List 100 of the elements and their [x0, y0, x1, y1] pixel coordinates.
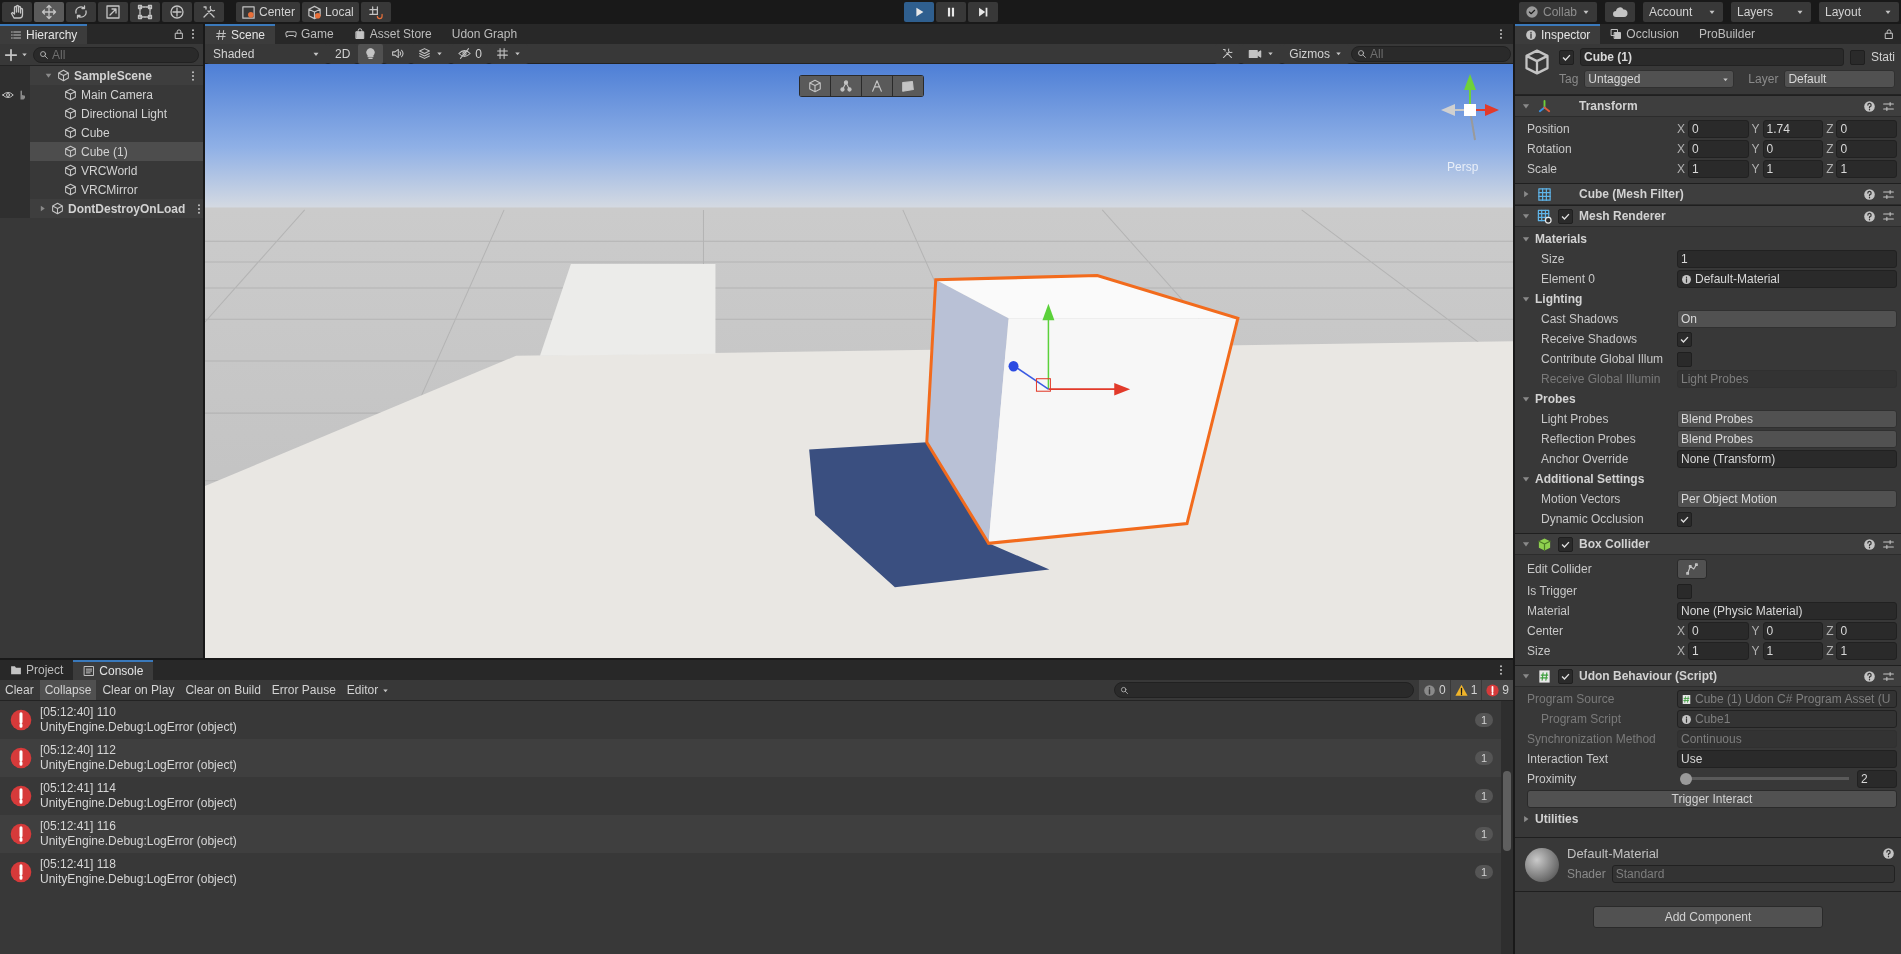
- component-header[interactable]: Cube (Mesh Filter): [1515, 183, 1901, 205]
- inspector-tab[interactable]: ProBuilder: [1689, 24, 1766, 44]
- hierarchy-item[interactable]: VRCMirror: [0, 180, 203, 199]
- number-field[interactable]: 1: [1836, 160, 1897, 178]
- number-field[interactable]: 2: [1857, 770, 1897, 788]
- create-button[interactable]: [4, 47, 29, 62]
- presets-icon[interactable]: [1882, 537, 1895, 551]
- search-field[interactable]: [1113, 682, 1414, 698]
- info-filter[interactable]: 0: [1418, 680, 1450, 700]
- component-header[interactable]: Udon Behaviour (Script): [1515, 665, 1901, 687]
- number-field[interactable]: 1: [1762, 642, 1824, 660]
- component-header[interactable]: Box Collider: [1515, 533, 1901, 555]
- tool-button[interactable]: [2, 2, 32, 22]
- lock-icon[interactable]: [1883, 28, 1895, 40]
- tool-button[interactable]: [130, 2, 160, 22]
- name-field[interactable]: Cube (1): [1580, 48, 1844, 66]
- panel-tab[interactable]: Project: [0, 660, 74, 680]
- hierarchy-item[interactable]: Cube (1): [0, 142, 203, 161]
- checkbox[interactable]: [1677, 331, 1692, 347]
- expanded-arrow-icon[interactable]: [1521, 474, 1531, 484]
- dropdown[interactable]: Per Object Motion: [1677, 490, 1897, 508]
- hierarchy-tab[interactable]: Hierarchy: [0, 24, 88, 44]
- edit-collider-button[interactable]: [1677, 559, 1707, 579]
- scene-row[interactable]: SampleScene: [0, 66, 203, 85]
- action-button[interactable]: Trigger Interact: [1527, 790, 1897, 808]
- slider-thumb[interactable]: [1680, 773, 1693, 785]
- section-label[interactable]: Probes: [1535, 392, 1576, 406]
- presets-icon[interactable]: [1882, 669, 1895, 683]
- checkbox[interactable]: [1558, 536, 1573, 552]
- dropdown[interactable]: On: [1677, 310, 1897, 328]
- help-icon[interactable]: [1863, 187, 1876, 201]
- tool-button[interactable]: [194, 2, 224, 22]
- number-field[interactable]: 1: [1762, 160, 1824, 178]
- layer-dropdown[interactable]: Default: [1784, 70, 1895, 88]
- lock-icon[interactable]: [173, 28, 185, 40]
- vertex-mode-button[interactable]: [831, 76, 861, 96]
- layout-dropdown[interactable]: Layout: [1819, 2, 1899, 22]
- presets-icon[interactable]: [1882, 209, 1895, 223]
- panel-tab[interactable]: Console: [73, 660, 154, 680]
- pause-button[interactable]: [935, 2, 966, 22]
- expanded-arrow-icon[interactable]: [1521, 539, 1531, 549]
- number-field[interactable]: 0: [1688, 140, 1749, 158]
- view-tab[interactable]: Scene: [205, 24, 276, 44]
- warning-filter[interactable]: 1: [1450, 680, 1482, 700]
- help-icon[interactable]: [1882, 847, 1895, 860]
- checkbox[interactable]: [1677, 511, 1692, 527]
- hierarchy-item[interactable]: Cube: [0, 123, 203, 142]
- lighting-toggle[interactable]: [358, 43, 384, 64]
- move-gizmo-drawing[interactable]: [1008, 303, 1131, 396]
- cube-icon[interactable]: [1523, 48, 1551, 76]
- component-header[interactable]: Mesh Renderer: [1515, 205, 1901, 227]
- edge-mode-button[interactable]: [862, 76, 892, 96]
- dropdown[interactable]: Blend Probes: [1677, 410, 1897, 428]
- number-field[interactable]: 0: [1836, 622, 1897, 640]
- object-field[interactable]: None (Transform): [1677, 450, 1897, 468]
- section-label[interactable]: Utilities: [1535, 812, 1579, 826]
- log-entry[interactable]: [05:12:41] 116 UnityEngine.Debug:LogError (object) 1: [0, 815, 1501, 853]
- number-field[interactable]: 1: [1688, 160, 1749, 178]
- object-field[interactable]: None (Physic Material): [1677, 602, 1897, 620]
- hierarchy-item[interactable]: Main Camera: [0, 85, 203, 104]
- expanded-arrow-icon[interactable]: [1521, 211, 1531, 221]
- section-label[interactable]: Additional Settings: [1535, 472, 1645, 486]
- view-tab[interactable]: Game: [275, 24, 344, 44]
- checkbox[interactable]: [1677, 351, 1692, 367]
- checkbox[interactable]: [1558, 208, 1573, 224]
- expanded-arrow-icon[interactable]: [1521, 294, 1531, 304]
- number-field[interactable]: 1.74: [1762, 120, 1824, 138]
- number-field[interactable]: 0: [1762, 622, 1824, 640]
- help-icon[interactable]: [1863, 99, 1876, 113]
- add-component-button[interactable]: Add Component: [1593, 906, 1823, 928]
- expanded-arrow-icon[interactable]: [1521, 101, 1531, 111]
- account-dropdown[interactable]: Account: [1643, 2, 1723, 22]
- collapsed-arrow-icon[interactable]: [1521, 189, 1531, 199]
- presets-icon[interactable]: [1882, 187, 1895, 201]
- number-field[interactable]: 0: [1688, 120, 1749, 138]
- section-label[interactable]: Materials: [1535, 232, 1588, 246]
- cloud-button[interactable]: [1605, 2, 1635, 22]
- snap-button[interactable]: [360, 2, 391, 22]
- text-field[interactable]: Use: [1677, 750, 1897, 768]
- hierarchy-item[interactable]: VRCWorld: [0, 161, 203, 180]
- inspector-tab[interactable]: Inspector: [1515, 24, 1601, 44]
- view-tab[interactable]: Asset Store: [343, 24, 442, 44]
- number-field[interactable]: 1: [1688, 642, 1749, 660]
- number-field[interactable]: 0: [1836, 120, 1897, 138]
- expanded-arrow-icon[interactable]: [1521, 394, 1531, 404]
- number-field[interactable]: 0: [1688, 622, 1749, 640]
- log-entry[interactable]: [05:12:40] 112 UnityEngine.Debug:LogError (object) 1: [0, 739, 1501, 777]
- number-field[interactable]: 1: [1836, 642, 1897, 660]
- layers-dropdown[interactable]: Layers: [1731, 2, 1811, 22]
- console-toggle[interactable]: Collapse: [39, 680, 97, 700]
- collapsed-arrow-icon[interactable]: [1521, 814, 1531, 824]
- tool-button[interactable]: [98, 2, 128, 22]
- number-field[interactable]: 0: [1762, 140, 1824, 158]
- help-icon[interactable]: [1863, 669, 1876, 683]
- component-header[interactable]: Transform: [1515, 95, 1901, 117]
- play-button[interactable]: [903, 2, 934, 22]
- object-field[interactable]: Default-Material: [1677, 270, 1897, 288]
- pivot-button[interactable]: Center: [236, 2, 301, 22]
- object-mode-button[interactable]: [800, 76, 830, 96]
- tool-button[interactable]: [66, 2, 96, 22]
